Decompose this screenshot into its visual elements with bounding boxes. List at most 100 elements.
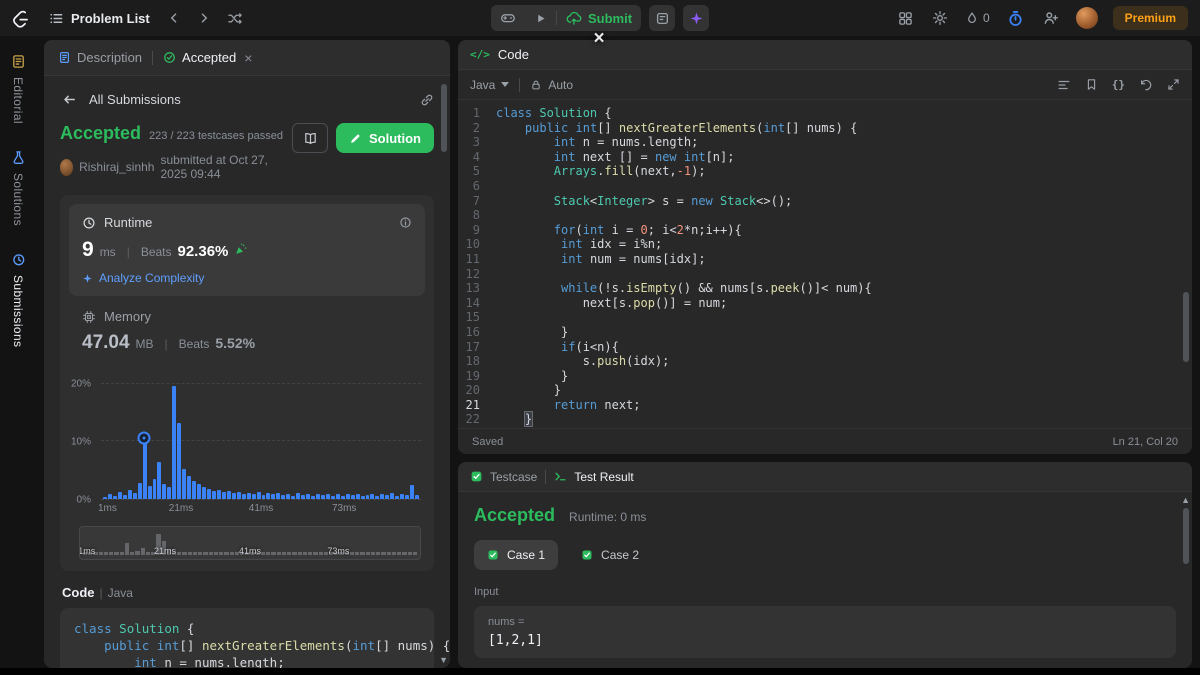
runtime-distribution-chart[interactable]: 0% 10% 20% 1ms 21ms 41ms 73ms — [69, 368, 425, 518]
random-problem-button[interactable] — [222, 7, 247, 30]
editorial-compare-button[interactable] — [292, 123, 328, 153]
divider — [545, 469, 547, 484]
memory-block[interactable]: Memory 47.04 MB | Beats 5.52% — [69, 296, 425, 358]
run-submit-group: Submit — [490, 5, 642, 31]
back-button[interactable] — [60, 90, 79, 109]
test-panel-scrollbar[interactable] — [1183, 508, 1189, 564]
left-panel-scroll-down-icon[interactable]: ▼ — [439, 656, 448, 665]
prev-problem-button[interactable] — [162, 7, 186, 29]
auto-toggle[interactable]: Auto — [530, 78, 573, 92]
runtime-chart-plot[interactable] — [101, 372, 421, 500]
close-overlay-button[interactable]: × — [587, 27, 611, 51]
timer-icon[interactable] — [1005, 8, 1026, 29]
lock-icon — [530, 79, 542, 91]
editor-code-lines: 1 class Solution {2 public int[] nextGrea… — [465, 106, 872, 428]
format-code-icon[interactable] — [1057, 78, 1071, 92]
editorial-icon — [11, 54, 26, 69]
ai-assistant-button[interactable] — [683, 5, 710, 31]
info-icon[interactable] — [399, 216, 412, 229]
editor-scrollbar[interactable] — [1183, 292, 1189, 362]
test-panel-scroll-up-icon[interactable]: ▲ — [1181, 496, 1190, 505]
share-link-icon[interactable] — [420, 93, 434, 107]
rail-item-editorial[interactable]: Editorial — [11, 54, 26, 124]
author-avatar[interactable] — [60, 158, 74, 176]
input-label: Input — [474, 586, 499, 598]
streak-counter[interactable]: 0 — [965, 11, 990, 26]
memory-unit: MB — [135, 337, 154, 351]
premium-button[interactable]: Premium — [1112, 6, 1188, 30]
problem-list-button[interactable]: Problem List — [43, 7, 156, 30]
tab-accepted-label: Accepted — [182, 50, 237, 65]
all-submissions-label[interactable]: All Submissions — [89, 92, 181, 107]
input-box[interactable]: nums = [1,2,1] — [474, 606, 1176, 658]
tab-description[interactable]: Description — [56, 50, 144, 65]
runtime-beats-value: 92.36% — [177, 243, 229, 260]
case-2-chip[interactable]: Case 2 — [568, 540, 652, 570]
user-avatar[interactable] — [1075, 7, 1098, 29]
memory-value: 47.04 — [82, 332, 130, 353]
undo-icon[interactable] — [1139, 78, 1153, 92]
expand-icon[interactable] — [1167, 78, 1180, 91]
chevron-down-icon — [501, 82, 510, 87]
stats-card: Runtime 9 ms | Beats 92.36% Analyze Comp… — [60, 195, 434, 571]
problem-list-label: Problem List — [71, 10, 150, 26]
runtime-block[interactable]: Runtime 9 ms | Beats 92.36% Analyze Comp… — [69, 204, 425, 296]
left-panel-scrollbar[interactable] — [441, 84, 447, 152]
invite-user-icon[interactable] — [1041, 8, 1061, 28]
tab-accepted[interactable]: Accepted × — [161, 50, 254, 66]
tab-test-result[interactable]: Test Result — [554, 470, 634, 484]
next-problem-button[interactable] — [192, 7, 216, 29]
solution-button[interactable]: Solution — [336, 123, 434, 153]
tab-testcase-label: Testcase — [490, 469, 538, 484]
leetcode-app: Problem List Submit 0 Premium Editorial … — [0, 0, 1200, 675]
bookmark-icon[interactable] — [1085, 78, 1098, 91]
runtime-chart-minimap[interactable]: 1ms 21ms 41ms 73ms — [79, 526, 421, 560]
author-name[interactable]: Rishiraj_sinhh — [79, 160, 154, 174]
code-editor-panel: </> Code Java Auto {} 1 class Solution {… — [458, 40, 1192, 454]
tab-description-label: Description — [77, 50, 143, 65]
test-result-panel: Testcase Test Result Accepted Runtime: 0… — [458, 462, 1192, 668]
rail-label-submissions: Submissions — [11, 274, 25, 348]
case-check-icon — [487, 549, 499, 561]
settings-gear-icon[interactable] — [930, 8, 950, 28]
analyze-complexity-link[interactable]: Analyze Complexity — [82, 271, 412, 285]
case-1-label: Case 1 — [507, 548, 546, 562]
code-section-lang: Java — [107, 585, 133, 600]
editor-code-area[interactable]: 1 class Solution {2 public int[] nextGrea… — [458, 100, 1192, 428]
solution-label: Solution — [369, 130, 421, 146]
clock-icon — [82, 216, 96, 230]
apps-grid-icon[interactable] — [896, 9, 915, 28]
code-preview[interactable]: class Solution { public int[] nextGreate… — [60, 608, 450, 668]
memory-beats-value: 5.52% — [215, 335, 256, 351]
language-select[interactable]: Java — [470, 77, 510, 92]
test-panel-tabbar: Testcase Test Result — [458, 462, 1192, 492]
my-submission-marker[interactable] — [137, 431, 150, 445]
submission-status: Accepted — [60, 123, 142, 143]
runtime-chart-xticks: 1ms 21ms 41ms 73ms — [97, 503, 357, 514]
runtime-beats-label: Beats — [140, 245, 172, 259]
runtime-chart-yticks: 0% 10% 20% — [70, 378, 91, 506]
notes-button[interactable] — [649, 5, 676, 31]
editor-toolbar: Java Auto {} — [458, 70, 1192, 100]
input-param-name: nums = — [488, 616, 525, 628]
rail-item-solutions[interactable]: Solutions — [11, 150, 26, 226]
test-runtime: Runtime: 0 ms — [569, 510, 647, 524]
code-preview-lines: class Solution { public int[] nextGreate… — [74, 621, 450, 668]
divider — [519, 77, 521, 92]
rail-item-submissions[interactable]: Submissions — [11, 252, 26, 347]
case-1-chip[interactable]: Case 1 — [474, 540, 559, 570]
close-tab-icon[interactable]: × — [244, 50, 252, 66]
input-param-value: [1,2,1] — [488, 633, 543, 648]
flame-icon — [965, 11, 979, 26]
tab-testcase[interactable]: Testcase — [470, 470, 537, 484]
debugger-button[interactable] — [491, 5, 525, 31]
analyze-complexity-label: Analyze Complexity — [99, 271, 205, 285]
leetcode-logo-icon[interactable] — [12, 9, 31, 28]
brackets-icon[interactable]: {} — [1112, 78, 1125, 91]
runtime-value: 9 — [82, 238, 94, 261]
language-value: Java — [470, 77, 496, 92]
run-button[interactable] — [525, 5, 556, 31]
testcase-check-icon — [470, 470, 483, 483]
code-icon: </> — [470, 48, 490, 61]
workspace: Editorial Solutions Submissions Descript… — [0, 36, 1200, 668]
